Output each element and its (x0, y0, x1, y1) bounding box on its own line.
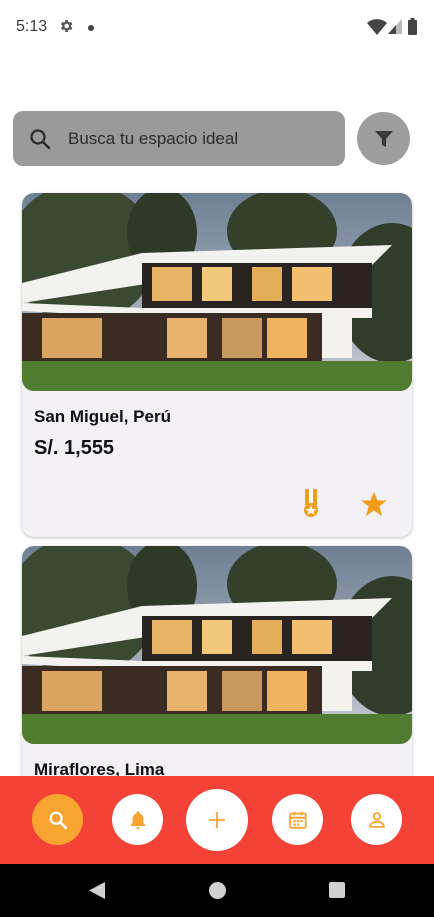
nav-calendar-button[interactable] (272, 794, 323, 845)
listing-card[interactable]: San Miguel, Perú S/. 1,555 (22, 193, 412, 537)
listing-location: San Miguel, Perú (34, 407, 171, 426)
nav-add-button[interactable] (186, 789, 248, 851)
home-icon[interactable] (209, 882, 226, 899)
nav-profile-button[interactable] (351, 794, 402, 845)
battery-icon (408, 18, 417, 35)
plus-icon (208, 811, 226, 829)
filter-button[interactable] (357, 112, 410, 165)
search-icon (30, 128, 51, 149)
bell-icon (130, 810, 145, 829)
person-icon (368, 811, 385, 828)
calendar-icon (288, 811, 307, 829)
notification-dot (88, 25, 94, 31)
status-bar: 5:13 (0, 0, 434, 56)
listing-price: S/. 1,555 (34, 437, 115, 459)
filter-icon (374, 130, 393, 147)
recents-icon[interactable] (329, 882, 345, 898)
nav-notifications-button[interactable] (112, 794, 163, 845)
search-bar[interactable]: Busca tu espacio ideal (13, 111, 345, 166)
gear-icon (61, 20, 73, 32)
nav-search-button[interactable] (32, 794, 83, 845)
property-photo (22, 546, 412, 744)
star-icon[interactable] (360, 490, 388, 518)
search-input[interactable]: Busca tu espacio ideal (68, 129, 238, 149)
property-photo (22, 193, 412, 391)
status-time: 5:13 (16, 18, 48, 35)
search-icon (49, 811, 67, 829)
bottom-nav (0, 776, 434, 864)
medal-icon[interactable] (300, 489, 322, 519)
system-nav-bar (0, 864, 434, 917)
wifi-icon (367, 19, 387, 35)
signal-icon (388, 19, 402, 34)
back-icon[interactable] (89, 882, 105, 899)
